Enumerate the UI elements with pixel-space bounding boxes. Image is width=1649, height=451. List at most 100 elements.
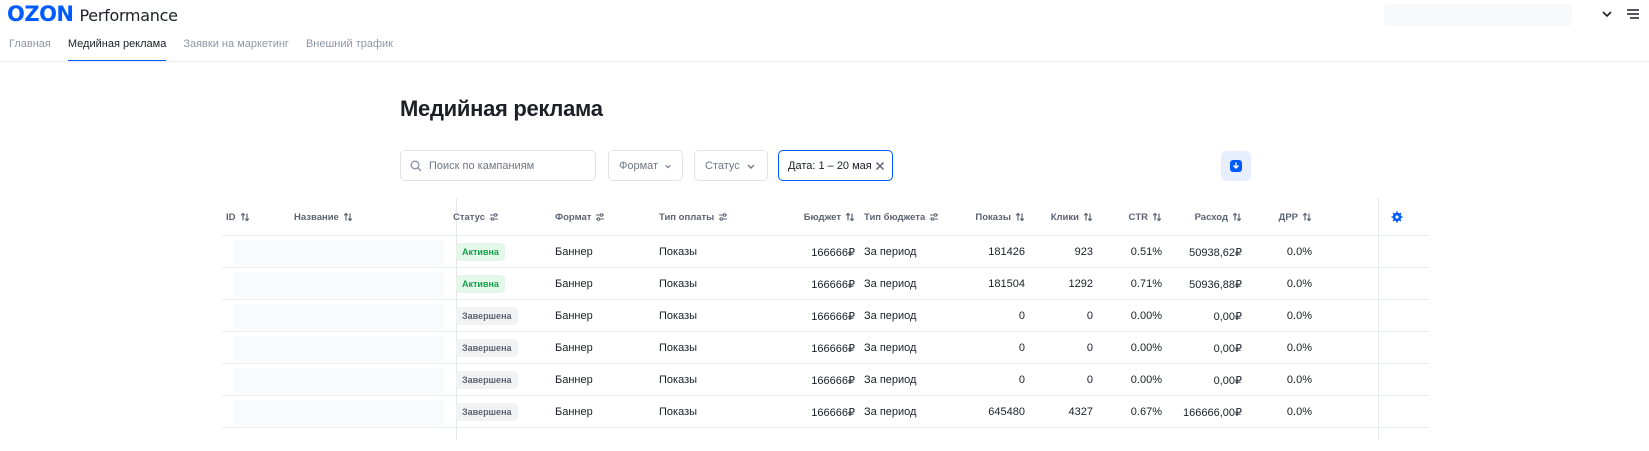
logo[interactable]: OZON Performance xyxy=(7,2,178,26)
filter-icon[interactable] xyxy=(929,212,939,222)
cell-value: 166666₽ xyxy=(811,374,855,387)
table-header: ID Название Статус Формат Тип оплаты Бюджет Ти… xyxy=(222,198,1429,236)
column-header-label: Тип оплаты xyxy=(659,211,715,223)
cell-value: 0.0% xyxy=(1286,310,1312,322)
column-header-id[interactable]: ID xyxy=(226,198,286,236)
column-header-label: Формат xyxy=(555,211,592,223)
cell-drr: 0.0% xyxy=(1242,364,1312,396)
cell-value: Показы xyxy=(659,342,698,354)
column-header-status[interactable]: Статус xyxy=(453,198,553,236)
cell-value: 166666₽ xyxy=(811,278,855,291)
redacted-name-cell xyxy=(234,336,444,362)
column-header-name[interactable]: Название xyxy=(294,198,414,236)
cell-value: За период xyxy=(864,246,917,258)
cell-value: Баннер xyxy=(555,406,593,418)
table-row[interactable]: Активна Баннер Показы 166666₽ За период 18142… xyxy=(222,236,1429,268)
cell-value: За период xyxy=(864,406,917,418)
cell-budget: 166666₽ xyxy=(782,364,855,396)
format-dropdown[interactable]: Формат xyxy=(608,150,683,181)
column-header-label: Клики xyxy=(1050,211,1079,223)
cell-value: 181504 xyxy=(988,278,1025,290)
sort-icon[interactable] xyxy=(1083,212,1093,222)
table-row[interactable]: Активна Баннер Показы 166666₽ За период 18150… xyxy=(222,268,1429,300)
cell-value: 0,00₽ xyxy=(1213,374,1242,387)
redacted-name-cell xyxy=(234,240,444,266)
status-dropdown[interactable]: Статус xyxy=(694,150,768,181)
sort-icon[interactable] xyxy=(1302,212,1312,222)
account-select[interactable] xyxy=(1384,4,1572,26)
cell-value: 50938,62₽ xyxy=(1189,246,1242,259)
cell-value: Баннер xyxy=(555,342,593,354)
tab-media-ads[interactable]: Медийная реклама xyxy=(67,38,167,62)
sort-icon[interactable] xyxy=(240,212,250,222)
column-header-drr[interactable]: ДРР xyxy=(1242,198,1312,236)
cell-impressions: 0 xyxy=(942,332,1025,364)
page-title: Медийная реклама xyxy=(400,96,603,121)
status-badge: Завершена xyxy=(456,307,518,325)
column-header-label: Статус xyxy=(453,211,486,223)
cell-ctr: 0.67% xyxy=(1102,396,1162,428)
logo-performance: Performance xyxy=(79,6,178,25)
filter-icon[interactable] xyxy=(595,212,605,222)
cell-drr: 0.0% xyxy=(1242,268,1312,300)
column-header-ctr[interactable]: CTR xyxy=(1102,198,1162,236)
table-row[interactable]: Завершена Баннер Показы 166666₽ За период 0 0 0… xyxy=(222,300,1429,332)
search-icon xyxy=(410,160,422,171)
table-row[interactable]: Завершена Баннер Показы 166666₽ За период 0 0 0… xyxy=(222,332,1429,364)
cell-budget: 166666₽ xyxy=(782,396,855,428)
search-field[interactable] xyxy=(400,150,596,181)
redacted-name-cell xyxy=(234,304,444,330)
status-badge: Активна xyxy=(456,275,505,293)
column-header-budget[interactable]: Бюджет xyxy=(782,198,855,236)
chevron-down-icon[interactable] xyxy=(1599,6,1615,22)
filter-icon[interactable] xyxy=(489,212,499,222)
cell-value: 166666,00₽ xyxy=(1183,406,1242,419)
cell-drr: 0.0% xyxy=(1242,332,1312,364)
column-header-payment[interactable]: Тип оплаты xyxy=(659,198,789,236)
download-button[interactable] xyxy=(1221,151,1251,181)
cell-budget: 166666₽ xyxy=(782,236,855,268)
column-header-label: CTR xyxy=(1128,211,1148,223)
cell-payment: Показы xyxy=(659,300,779,332)
search-input[interactable] xyxy=(429,159,589,172)
cell-value: 923 xyxy=(1074,246,1093,258)
sort-icon[interactable] xyxy=(1152,212,1162,222)
cell-value: За период xyxy=(864,374,917,386)
date-filter-chip[interactable]: Дата: 1 – 20 мая xyxy=(778,150,893,181)
cell-ctr: 0.00% xyxy=(1102,332,1162,364)
close-icon[interactable] xyxy=(875,161,885,171)
gear-icon[interactable] xyxy=(1391,211,1403,223)
sort-icon[interactable] xyxy=(1232,212,1242,222)
table-row[interactable]: Завершена Баннер Показы 166666₽ За период 645… xyxy=(222,396,1429,428)
cell-value: 0.00% xyxy=(1130,310,1162,322)
status-badge: Завершена xyxy=(456,403,518,421)
tab-home[interactable]: Главная xyxy=(9,38,51,62)
column-header-spend[interactable]: Расход xyxy=(1162,198,1242,236)
cell-value: 0.0% xyxy=(1286,246,1312,258)
cell-value: 0,00₽ xyxy=(1213,310,1242,323)
cell-impressions: 645480 xyxy=(942,396,1025,428)
status-badge: Завершена xyxy=(456,339,518,357)
cell-value: За период xyxy=(864,278,917,290)
menu-icon[interactable] xyxy=(1626,7,1640,21)
cell-value: 0.0% xyxy=(1286,374,1312,386)
column-header-label: Бюджет xyxy=(803,211,841,223)
cell-format: Баннер xyxy=(555,236,655,268)
table-row[interactable]: Завершена Баннер Показы 166666₽ За период 0 0 0… xyxy=(222,364,1429,396)
filter-icon[interactable] xyxy=(718,212,728,222)
column-header-impressions[interactable]: Показы xyxy=(942,198,1025,236)
tab-external-traffic[interactable]: Внешний трафик xyxy=(306,38,393,62)
cell-value: 181426 xyxy=(988,246,1025,258)
sort-icon[interactable] xyxy=(845,212,855,222)
tab-marketing-requests[interactable]: Заявки на маркетинг xyxy=(183,38,289,62)
cell-value: Показы xyxy=(659,374,698,386)
column-header-clicks[interactable]: Клики xyxy=(1022,198,1093,236)
cell-status: Активна xyxy=(456,236,556,268)
cell-value: За период xyxy=(864,310,917,322)
redacted-name-cell xyxy=(234,368,444,394)
cell-value: 4327 xyxy=(1068,406,1093,418)
column-header-format[interactable]: Формат xyxy=(555,198,655,236)
cell-impressions: 0 xyxy=(942,364,1025,396)
sort-icon[interactable] xyxy=(343,212,353,222)
cell-value: 166666₽ xyxy=(811,310,855,323)
